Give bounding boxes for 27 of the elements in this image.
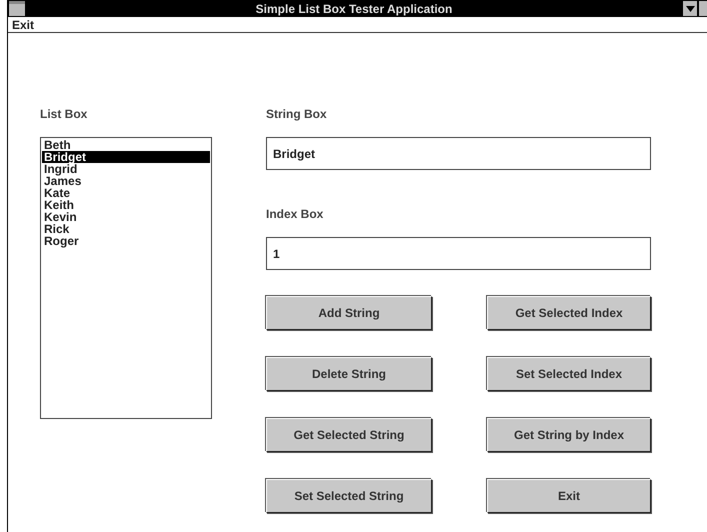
index-field[interactable]: 1 xyxy=(266,237,651,270)
action-button[interactable]: Add String xyxy=(266,296,432,330)
action-button[interactable]: Set Selected String xyxy=(266,479,432,513)
list-item[interactable]: Rick xyxy=(42,223,210,235)
action-button[interactable]: Get Selected Index xyxy=(487,296,651,330)
string-field[interactable]: Bridget xyxy=(266,137,651,170)
list-item[interactable]: Beth xyxy=(42,139,210,151)
action-button[interactable]: Delete String xyxy=(266,357,432,391)
window-title: Simple List Box Tester Application xyxy=(254,2,454,16)
list-item[interactable]: Kevin xyxy=(42,211,210,223)
list-item[interactable]: Kate xyxy=(42,187,210,199)
list-item[interactable]: Roger xyxy=(42,235,210,247)
list-box-label: List Box xyxy=(40,107,88,121)
list-box[interactable]: Beth Bridget Ingrid James Kate Keith Kevin Rick Roger xyxy=(40,137,212,419)
list-item[interactable]: Bridget xyxy=(42,151,210,163)
action-button[interactable]: Get Selected String xyxy=(266,418,432,452)
action-button[interactable]: Get String by Index xyxy=(487,418,651,452)
menu-item[interactable]: Exit xyxy=(12,18,34,32)
index-box-label: Index Box xyxy=(266,207,324,221)
string-box-label: String Box xyxy=(266,107,328,121)
list-item[interactable]: Keith xyxy=(42,199,210,211)
list-item[interactable]: James xyxy=(42,175,210,187)
action-button[interactable]: Exit xyxy=(487,479,651,513)
minimize-icon[interactable] xyxy=(683,1,697,16)
list-item[interactable]: Ingrid xyxy=(42,163,210,175)
system-menu-icon[interactable] xyxy=(9,1,25,16)
action-button[interactable]: Set Selected Index xyxy=(487,357,651,391)
